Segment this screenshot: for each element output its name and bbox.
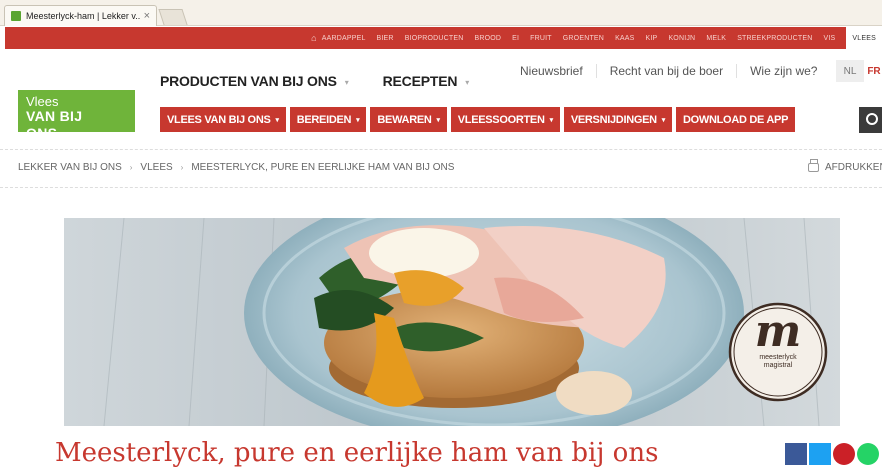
category-link[interactable]: KIP [646,35,658,42]
main-nav-item[interactable]: PRODUCTEN VAN BIJ ONS ▾ [160,73,349,89]
badge-line2: magistral [763,362,793,369]
sub-nav: VLEES VAN BIJ ONS ▾ BEREIDEN ▾ BEWAREN ▾ VLEES… [160,107,796,132]
subnav-label: DOWNLOAD DE APP [683,113,789,126]
category-bar: ⌂ AARDAPPEL BIER BIOPRODUCTEN BROOD EI FRUIT G… [5,27,882,49]
twitter-icon[interactable] [809,443,831,465]
category-link[interactable]: KONIJN [668,35,695,42]
main-nav-label: PRODUCTEN VAN BIJ ONS [160,73,337,89]
hero-image: m meesterlyck magistral [64,218,840,426]
main-nav-label: RECEPTEN [382,73,458,89]
category-link[interactable]: VIS [824,35,836,42]
breadcrumb-item[interactable]: LEKKER VAN BIJ ONS [18,162,122,173]
site-logo[interactable]: Vlees VAN BIJ ONS.be [18,90,135,141]
category-link[interactable]: BROOD [474,35,501,42]
hero-illustration [64,218,840,426]
category-link[interactable]: BIER [377,35,394,42]
top-link[interactable]: Wie zijn we? [737,64,830,78]
category-link[interactable]: GROENTEN [563,35,604,42]
top-link[interactable]: Recht van bij de boer [597,64,738,78]
search-button[interactable] [859,107,882,133]
page-title: Meesterlyck, pure en eerlijke ham van bi… [55,438,659,468]
caret-down-icon: ▾ [549,116,554,124]
breadcrumb-item[interactable]: VLEES [140,162,172,173]
browser-tab-title: Meesterlyck-ham | Lekker v... [26,11,140,21]
top-link[interactable]: Nieuwsbrief [520,64,597,78]
category-link[interactable]: FRUIT [530,35,552,42]
browser-tab-strip: Meesterlyck-ham | Lekker v... × [0,0,882,26]
subnav-button[interactable]: VLEESSOORTEN ▾ [450,107,560,132]
subnav-button[interactable]: BEWAREN ▾ [370,107,447,132]
subnav-label: BEREIDEN [296,113,352,126]
subnav-label: BEWAREN [377,113,432,126]
top-links: Nieuwsbrief Recht van bij de boer Wie zijn… [520,64,830,78]
category-link-active[interactable]: VLEES [846,27,882,49]
home-icon[interactable]: ⌂ [311,33,317,43]
chevron-right-icon: › [129,163,133,172]
subnav-label: VERSNIJDINGEN [570,113,657,126]
caret-down-icon: ▾ [275,116,280,124]
subnav-button[interactable]: DOWNLOAD DE APP [676,107,796,132]
chevron-down-icon: ▾ [344,77,349,87]
subnav-label: VLEESSOORTEN [457,113,545,126]
badge-line1: meesterlyck [759,354,797,361]
chevron-right-icon: › [180,163,184,172]
category-list: ⌂ AARDAPPEL BIER BIOPRODUCTEN BROOD EI FRUIT G… [311,27,882,49]
category-link[interactable]: STREEKPRODUCTEN [737,35,812,42]
logo-line2: VAN BIJ ONS.be [26,108,127,145]
subnav-button[interactable]: VERSNIJDINGEN ▾ [563,107,673,132]
printer-icon [808,159,819,172]
search-icon [866,113,878,125]
language-switcher: NL FR [836,60,882,82]
category-link[interactable]: KAAS [615,35,634,42]
whatsapp-icon[interactable] [857,443,879,465]
breadcrumb: LEKKER VAN BIJ ONS › VLEES › MEESTERLYCK, PU… [18,162,454,173]
badge-letter: m [754,306,802,357]
lang-nl-button[interactable]: NL [836,60,864,82]
chevron-down-icon: ▾ [465,77,470,87]
caret-down-icon: ▾ [661,116,666,124]
logo-line2-text: VAN BIJ ONS [26,108,83,141]
subnav-button[interactable]: BEREIDEN ▾ [289,107,367,132]
browser-tab[interactable]: Meesterlyck-ham | Lekker v... × [4,5,157,26]
category-link[interactable]: EI [512,35,519,42]
caret-down-icon: ▾ [356,116,360,124]
new-tab-button[interactable] [158,9,188,25]
lang-fr-button[interactable]: FR [864,60,882,82]
print-link[interactable]: AFDRUKKEN [808,159,882,173]
main-nav: PRODUCTEN VAN BIJ ONS ▾ RECEPTEN ▾ [160,73,469,89]
social-share [785,443,879,465]
logo-suffix: .be [57,133,69,140]
meesterlyck-badge: m meesterlyck magistral [738,310,818,370]
pinterest-icon[interactable] [833,443,855,465]
close-tab-icon[interactable]: × [144,10,150,22]
facebook-icon[interactable] [785,443,807,465]
logo-line1: Vlees [26,94,59,109]
subnav-button[interactable]: VLEES VAN BIJ ONS ▾ [160,107,286,132]
print-label: AFDRUKKEN [825,162,882,173]
main-nav-item[interactable]: RECEPTEN ▾ [382,73,470,89]
divider [0,187,882,188]
category-link[interactable]: MELK [706,35,726,42]
site-favicon-icon [11,11,21,21]
subnav-label: VLEES VAN BIJ ONS [167,113,271,126]
breadcrumb-item: MEESTERLYCK, PURE EN EERLIJKE HAM VAN BI… [191,162,455,173]
caret-down-icon: ▾ [436,116,441,124]
category-link[interactable]: BIOPRODUCTEN [405,35,464,42]
category-link[interactable]: AARDAPPEL [322,35,366,42]
divider [0,149,882,150]
